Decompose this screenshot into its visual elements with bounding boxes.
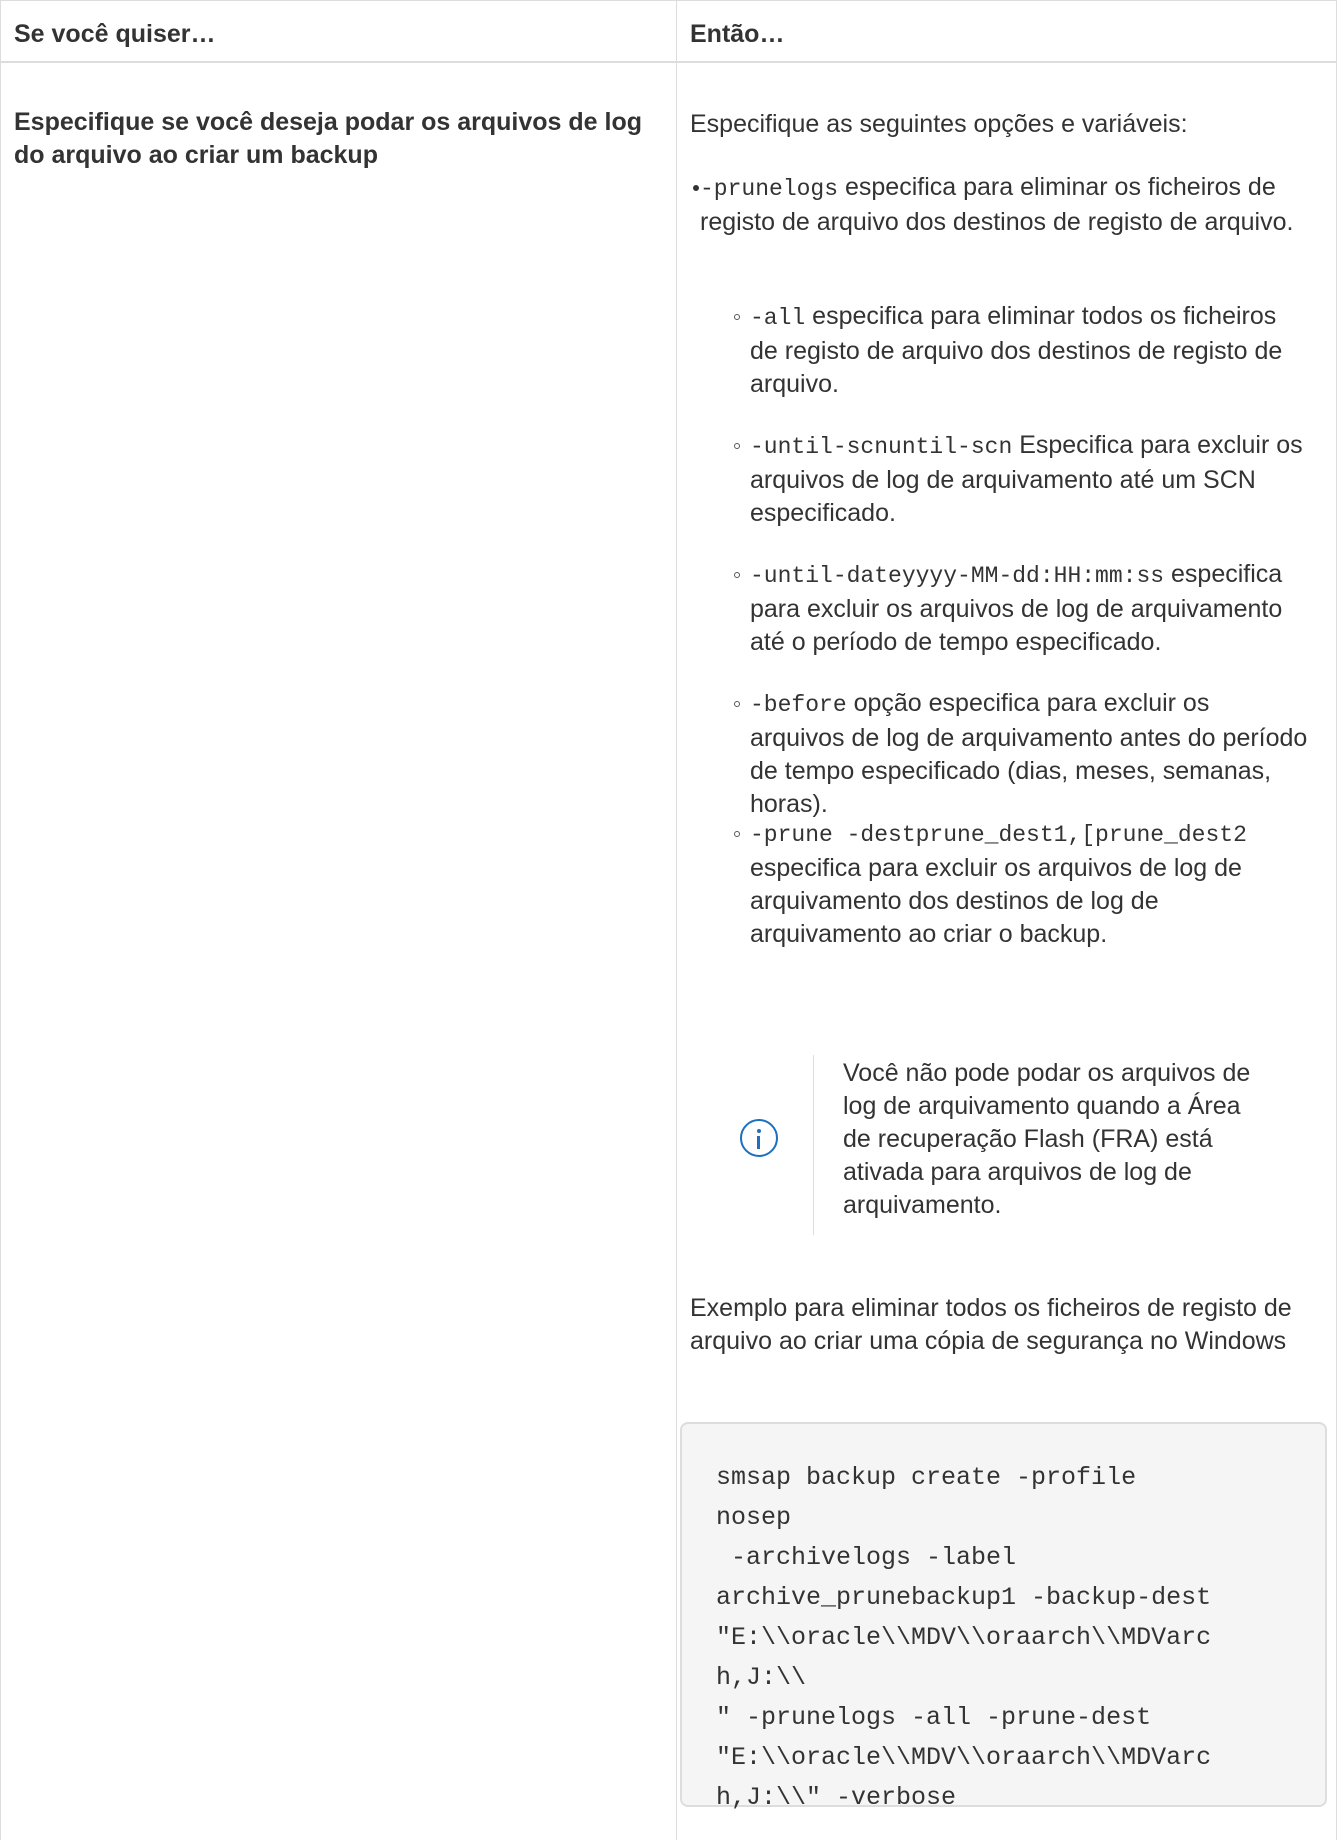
subitem-text: -until-dateyyyy-MM-dd:HH:mm:ss especific… (750, 558, 1310, 659)
subitem-all: -all especifica para eliminar todos os f… (734, 300, 1310, 401)
info-icon (740, 1119, 778, 1157)
subitem-until-scn: -until-scnuntil-scn Especifica para excl… (734, 429, 1310, 530)
options-table: Se você quiser… Então… Especifique se vo… (0, 0, 1337, 1840)
table-border-left (0, 0, 1, 1840)
table-column-divider (676, 0, 677, 1840)
circle-bullet-icon (734, 701, 740, 707)
circle-bullet-icon (734, 443, 740, 449)
subitem-text: -until-scnuntil-scn Especifica para excl… (750, 429, 1310, 530)
option-description: especifica para excluir os arquivos de l… (750, 854, 1242, 948)
circle-bullet-icon (734, 314, 740, 320)
header-if-you-want: Se você quiser… (14, 20, 216, 48)
subitem-prune-dest: -prune -destprune_dest1,[prune_dest2 esp… (734, 817, 1310, 951)
code-block: smsap backup create -profile nosep -arch… (680, 1422, 1327, 1812)
row-task-description: Especifique se você deseja podar os arqu… (14, 108, 642, 169)
bullet-text: -prunelogs especifica para eliminar os f… (700, 171, 1315, 239)
note-divider (813, 1055, 814, 1235)
circle-bullet-icon (734, 831, 740, 837)
example-description: Exemplo para eliminar todos os ficheiros… (690, 1294, 1292, 1355)
note-text: Você não pode podar os arquivos de log d… (843, 1059, 1251, 1219)
header-then: Então… (690, 20, 785, 48)
option-code: -prunelogs (700, 176, 839, 202)
subitem-text: -all especifica para eliminar todos os f… (750, 300, 1310, 401)
table-header-divider (0, 61, 1337, 63)
subitem-text: -prune -destprune_dest1,[prune_dest2 esp… (750, 817, 1310, 951)
subitem-text: -before opção especifica para excluir os… (750, 687, 1310, 821)
option-code: -prune -destprune_dest1,[prune_dest2 (750, 822, 1247, 848)
option-code: -all (750, 305, 806, 331)
code-listing: smsap backup create -profile nosep -arch… (716, 1463, 1212, 1812)
option-code: -until-scnuntil-scn (750, 434, 1013, 460)
option-code: -until-dateyyyy-MM-dd:HH:mm:ss (750, 563, 1165, 589)
subitem-before: -before opção especifica para excluir os… (734, 687, 1310, 821)
table-border-right (1336, 0, 1337, 1840)
option-description: especifica para eliminar todos os fichei… (750, 302, 1283, 398)
intro-text: Especifique as seguintes opções e variáv… (690, 110, 1188, 138)
bullet-dot-icon (693, 185, 699, 191)
note-admonition: Você não pode podar os arquivos de log d… (720, 1035, 1280, 1235)
table-border-top (0, 0, 1337, 1)
subitem-until-date: -until-dateyyyy-MM-dd:HH:mm:ss especific… (734, 558, 1310, 659)
option-code: -before (750, 692, 847, 718)
circle-bullet-icon (734, 572, 740, 578)
